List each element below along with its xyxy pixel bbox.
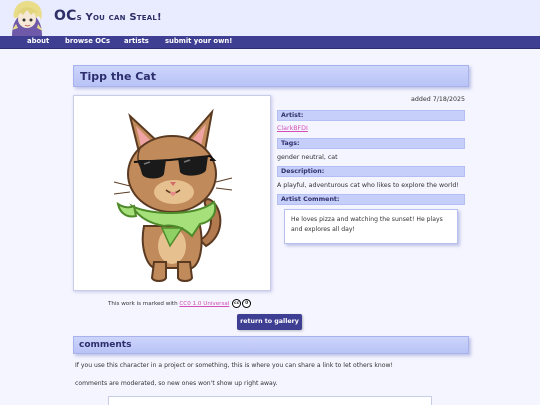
license-prefix: This work is marked with — [108, 301, 178, 307]
site-title[interactable]: OCs You can Steal! — [54, 8, 162, 24]
tags-value: gender neutral, cat — [277, 154, 338, 161]
license-link[interactable]: CC0 1.0 Universal — [179, 301, 229, 307]
comments-note-moderated: comments are moderated, so new ones won'… — [75, 380, 278, 387]
license-notice: This work is marked with CC0 1.0 Univers… — [108, 299, 252, 308]
comments-header: comments — [73, 336, 469, 354]
artist-label: Artist: — [277, 110, 465, 121]
character-image — [73, 95, 271, 291]
character-title-panel: Tipp the Cat — [73, 65, 469, 87]
nav-browse-ocs[interactable]: browse OCs — [65, 37, 110, 45]
site-title-rest: s You can Steal! — [76, 12, 162, 23]
artist-comment-label: Artist Comment: — [277, 194, 465, 205]
character-name: Tipp the Cat — [80, 70, 156, 83]
creative-commons-icon: cc — [232, 299, 242, 308]
comments-note-share: If you use this character in a project o… — [75, 362, 393, 369]
return-to-gallery-button[interactable]: return to gallery — [237, 314, 302, 330]
artist-comment-text: He loves pizza and watching the sunset! … — [291, 216, 443, 233]
comment-form-box[interactable] — [108, 396, 432, 405]
artist-comment-box: He loves pizza and watching the sunset! … — [284, 209, 458, 244]
site-title-main: OC — [54, 8, 77, 24]
nav-submit[interactable]: submit your own! — [165, 37, 232, 45]
cc-zero-icon: 0 — [242, 299, 252, 308]
tags-label: Tags: — [277, 138, 465, 149]
main-nav: about browse OCs artists submit your own… — [0, 36, 540, 49]
nav-artists[interactable]: artists — [124, 37, 149, 45]
site-header: OCs You can Steal! — [0, 0, 540, 36]
description-value: A playful, adventurous cat who likes to … — [277, 182, 459, 189]
added-date: added 7/18/2025 — [410, 96, 465, 103]
comments-title: comments — [79, 340, 132, 350]
nav-about[interactable]: about — [27, 37, 49, 45]
description-label: Description: — [277, 166, 465, 177]
artist-link[interactable]: ClarkBFDI — [277, 125, 465, 132]
cat-illustration — [113, 108, 233, 282]
site-logo-avatar[interactable] — [4, 0, 50, 36]
